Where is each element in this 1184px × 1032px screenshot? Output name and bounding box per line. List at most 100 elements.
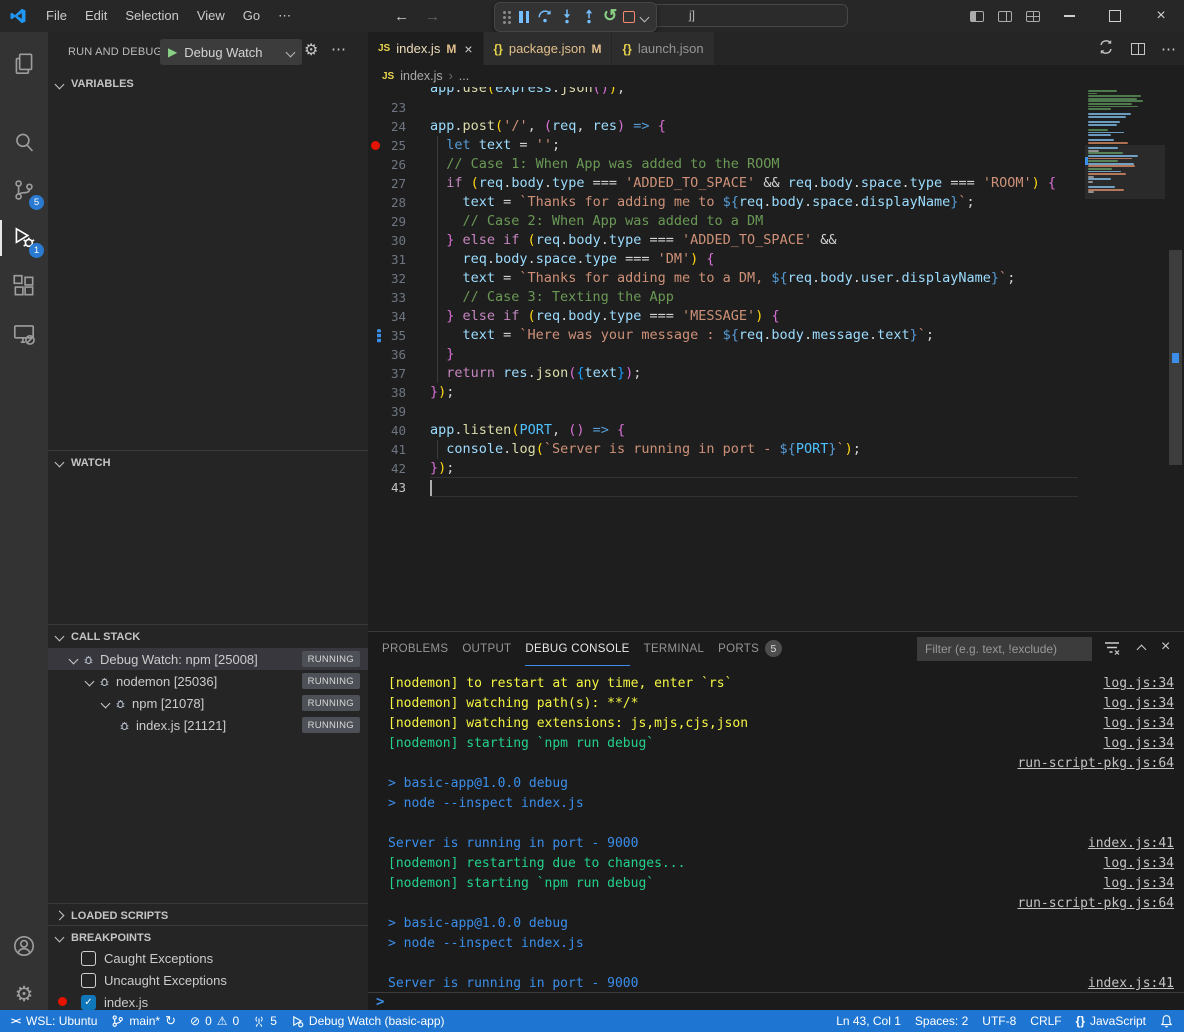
close-tab-icon[interactable]: × [464,41,472,57]
call-stack-row[interactable]: npm [21078]RUNNING [48,692,368,714]
menu-go[interactable]: Go [234,5,269,27]
step-out-icon[interactable] [581,8,597,27]
code-line-37[interactable]: return res.json({text}); [430,364,641,383]
step-into-icon[interactable] [559,8,575,27]
breadcrumb[interactable]: JS index.js › ... [368,65,1184,87]
code-line-32[interactable]: text = `Thanks for adding me to a DM, ${… [430,269,1015,288]
restart-icon[interactable]: ↺ [603,8,617,24]
panel-tab-debug-console[interactable]: DEBUG CONSOLE [525,633,629,666]
breakpoint-checkbox[interactable] [81,951,96,966]
ports-indicator[interactable]: 5 [246,1010,284,1032]
close-button[interactable]: × [1138,0,1184,32]
branch-indicator[interactable]: main* ↻ [104,1010,183,1032]
menu-edit[interactable]: Edit [76,5,116,27]
indentation[interactable]: Spaces: 2 [908,1010,975,1032]
menu-selection[interactable]: Selection [116,5,187,27]
split-editor-icon[interactable] [1131,43,1145,55]
section-loaded-scripts[interactable]: LOADED SCRIPTS [48,903,368,927]
code-line-35[interactable]: text = `Here was your message : ${req.bo… [430,326,934,345]
breadcrumb-more[interactable]: ... [459,69,469,83]
sidebar-item-run-and-debug[interactable]: 1 [0,214,48,262]
panel-tab-terminal[interactable]: TERMINAL [644,633,705,666]
code-line-29[interactable]: // Case 2: When App was added to a DM [430,212,763,231]
account-icon[interactable] [0,922,48,970]
panel-tab-ports[interactable]: PORTS5 [718,633,782,666]
source-link[interactable]: log.js:34 [1104,674,1174,694]
call-stack-row[interactable]: index.js [21121]RUNNING [48,714,368,736]
minimap-viewport[interactable] [1085,145,1165,200]
toggle-sidebar-icon[interactable] [970,11,984,22]
code-editor[interactable]: 2324252627282930313233343536373839404142… [368,87,1184,631]
section-call-stack[interactable]: CALL STACK [48,624,368,648]
source-link[interactable]: log.js:34 [1104,874,1174,894]
section-variables[interactable]: VARIABLES [48,72,368,96]
drag-handle-icon[interactable] [503,11,511,24]
code-line-40[interactable]: app.listen(PORT, () => { [430,421,625,440]
chevron-down-icon[interactable] [69,654,79,664]
problems-indicator[interactable]: ⊘ 0 ⚠ 0 [183,1010,246,1032]
start-debug-icon[interactable]: ▶ [168,45,177,59]
debug-toolbar-chevron-icon[interactable] [640,12,650,22]
source-link[interactable]: log.js:34 [1104,854,1174,874]
tab-index.js[interactable]: JSindex.jsM× [368,32,484,65]
maximize-button[interactable] [1092,0,1138,32]
remote-indicator[interactable]: >< WSL: Ubuntu [4,1010,104,1032]
source-link[interactable]: log.js:34 [1104,714,1174,734]
code-line-31[interactable]: req.body.space.type === 'DM') { [430,250,715,269]
section-breakpoints[interactable]: BREAKPOINTS [48,925,368,949]
sidebar-item-source-control[interactable]: 5 [0,166,48,214]
source-link[interactable]: index.js:41 [1088,834,1174,854]
code-line-42[interactable]: }); [430,459,454,478]
tab-package.json[interactable]: {}package.jsonM [484,32,613,65]
source-link[interactable]: log.js:34 [1104,734,1174,754]
code-line-22[interactable]: app.use(express.json()); [430,87,625,98]
sidebar-more-actions-icon[interactable]: ⋯ [331,40,346,58]
source-link[interactable]: run-script-pkg.js:64 [1017,894,1174,914]
language-mode[interactable]: {} JavaScript [1069,1010,1153,1032]
source-link[interactable]: run-script-pkg.js:64 [1017,754,1174,774]
code-line-26[interactable]: // Case 1: When App was added to the ROO… [430,155,780,174]
pause-icon[interactable] [517,11,531,23]
tab-launch.json[interactable]: {}launch.json [612,32,714,65]
notifications-bell-icon[interactable] [1153,1010,1180,1032]
code-line-28[interactable]: text = `Thanks for adding me to ${req.bo… [430,193,975,212]
menu-file[interactable]: File [37,5,76,27]
sidebar-item-extensions[interactable] [0,262,48,310]
console-filter-input[interactable] [917,637,1092,661]
call-stack-row[interactable]: Debug Watch: npm [25008]RUNNING [48,648,368,670]
sync-icon[interactable]: ↻ [165,1013,176,1029]
code-line-25[interactable]: let text = ''; [430,136,560,155]
code-line-33[interactable]: // Case 3: Texting the App [430,288,674,307]
code-line-38[interactable]: }); [430,383,454,402]
chevron-down-icon[interactable] [101,698,111,708]
toggle-secondary-sidebar-icon[interactable] [998,11,1012,22]
filter-icon[interactable] [1104,641,1120,658]
source-link[interactable]: log.js:34 [1104,694,1174,714]
breadcrumb-file[interactable]: index.js [400,69,442,83]
minimap[interactable] [1085,87,1165,631]
panel-tab-problems[interactable]: PROBLEMS [382,633,448,666]
sidebar-item-explorer[interactable] [0,40,48,88]
eol-sequence[interactable]: CRLF [1023,1010,1068,1032]
breakpoint-dot[interactable] [371,141,380,150]
panel-tab-output[interactable]: OUTPUT [462,633,511,666]
stop-icon[interactable] [623,11,635,23]
code-line-34[interactable]: } else if (req.body.type === 'MESSAGE') … [430,307,780,326]
cursor-position[interactable]: Ln 43, Col 1 [829,1010,908,1032]
sidebar-item-remote-explorer[interactable] [0,310,48,358]
menu-view[interactable]: View [188,5,234,27]
chevron-down-icon[interactable] [85,676,95,686]
source-link[interactable]: index.js:41 [1088,974,1174,994]
breakpoint-checkbox[interactable] [81,973,96,988]
code-line-41[interactable]: console.log(`Server is running in port -… [430,440,861,459]
debug-session-indicator[interactable]: Debug Watch (basic-app) [284,1010,452,1032]
forward-arrow-icon[interactable]: → [417,8,448,25]
code-line-30[interactable]: } else if (req.body.type === 'ADDED_TO_S… [430,231,836,250]
launch-config-dropdown[interactable]: ▶ Debug Watch [160,39,302,65]
maximize-panel-icon[interactable] [1137,645,1147,655]
encoding[interactable]: UTF-8 [975,1010,1023,1032]
code-line-24[interactable]: app.post('/', (req, res) => { [430,117,666,136]
call-stack-row[interactable]: nodemon [25036]RUNNING [48,670,368,692]
debug-console-input[interactable]: > [368,992,1184,1012]
breakpoint-row[interactable]: Uncaught Exceptions [48,969,401,991]
